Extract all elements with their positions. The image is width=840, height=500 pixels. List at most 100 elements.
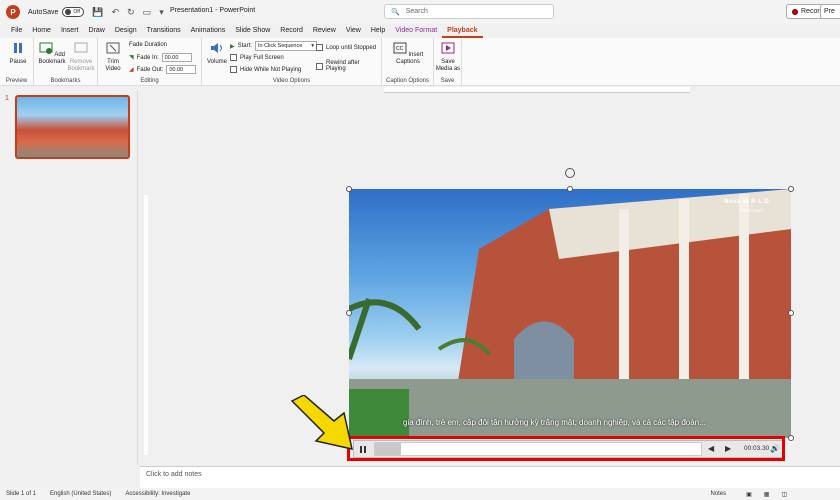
start-dropdown-value: In Click Sequence: [257, 43, 303, 49]
tab-playback[interactable]: Playback: [442, 24, 483, 38]
preview-group: Pause Preview: [0, 38, 34, 86]
rewind-after-playing-row[interactable]: Rewind after Playing: [316, 60, 381, 72]
insert-captions-button[interactable]: CC Insert Captions: [390, 42, 426, 66]
tab-design[interactable]: Design: [110, 24, 142, 38]
quick-access-toolbar: 💾 ↶ ↻ ▭ ▾: [92, 7, 163, 18]
slide-sorter-icon[interactable]: ▦: [764, 491, 770, 498]
autosave-state: Off: [73, 9, 80, 15]
save-media-icon: [441, 42, 455, 54]
tab-file[interactable]: File: [6, 24, 27, 38]
customize-qat-icon[interactable]: ▾: [159, 7, 164, 18]
video-logo-subtext: PHAN THIET: [740, 208, 764, 213]
add-bookmark-button[interactable]: Add Bookmark: [38, 42, 66, 66]
notes-toggle-button[interactable]: Notes: [710, 491, 726, 497]
pause-button[interactable]: Pause: [6, 42, 30, 66]
video-options-group-label: Video Options: [272, 78, 311, 84]
slideshow-start-icon[interactable]: ▭: [143, 7, 152, 18]
hide-while-not-playing-row[interactable]: Hide While Not Playing: [230, 66, 301, 73]
ribbon-tabs: File Home Insert Draw Design Transitions…: [0, 24, 840, 38]
tab-insert[interactable]: Insert: [56, 24, 84, 38]
trim-video-label: Trim Video: [105, 59, 121, 72]
notes-placeholder: Click to add notes: [146, 471, 202, 478]
start-label: Start:: [237, 43, 252, 49]
resize-handle-right[interactable]: [788, 310, 794, 316]
tab-transitions[interactable]: Transitions: [142, 24, 186, 38]
accessibility-status[interactable]: Accessibility: Investigate: [125, 491, 190, 497]
video-logo-text: Nova W R L D: [724, 199, 770, 205]
fade-out-input[interactable]: 00.00: [166, 65, 197, 74]
tab-help[interactable]: Help: [366, 24, 390, 38]
remove-bookmark-button[interactable]: Remove Bookmark: [66, 42, 96, 73]
bookmarks-group-label: Bookmarks: [50, 78, 81, 84]
fade-out-row: ◢ Fade Out: 00.00: [129, 65, 197, 74]
fade-out-label: Fade Out:: [136, 66, 164, 73]
video-subtitle: gia đình, trẻ em, cặp đôi tận hưởng kỳ t…: [403, 418, 706, 427]
fade-in-label: Fade In:: [136, 54, 159, 61]
slide-info: Slide 1 of 1: [6, 491, 37, 497]
fade-in-input[interactable]: 00.00: [161, 53, 192, 62]
pause-label: Pause: [9, 59, 27, 65]
tab-review[interactable]: Review: [308, 24, 341, 38]
resize-handle-top-left[interactable]: [346, 186, 352, 192]
toggle-knob-icon: [65, 9, 72, 15]
search-input[interactable]: 🔍 Search: [384, 4, 554, 19]
language-status[interactable]: English (United States): [50, 491, 111, 497]
slide-number: 1: [5, 95, 9, 102]
tab-record[interactable]: Record: [275, 24, 308, 38]
loop-until-stopped-checkbox[interactable]: [316, 44, 323, 51]
tab-animations[interactable]: Animations: [186, 24, 231, 38]
save-icon[interactable]: 💾: [92, 7, 103, 18]
save-media-button[interactable]: Save Media as: [434, 42, 462, 73]
tab-draw[interactable]: Draw: [83, 24, 109, 38]
play-full-screen-row[interactable]: Play Full Screen: [230, 54, 284, 61]
redo-icon[interactable]: ↻: [127, 7, 135, 18]
present-button[interactable]: Pre: [820, 4, 840, 19]
play-full-screen-checkbox[interactable]: [230, 54, 237, 61]
search-placeholder: Search: [405, 8, 428, 15]
slide-thumbnail[interactable]: [15, 95, 130, 159]
rewind-after-playing-label: Rewind after Playing: [326, 60, 360, 72]
reading-view-icon[interactable]: ◫: [781, 491, 787, 498]
document-title: Presentation1 - PowerPoint: [170, 7, 256, 14]
loop-until-stopped-row[interactable]: Loop until Stopped: [316, 44, 376, 51]
save-group-label: Save: [440, 78, 455, 84]
video-frame[interactable]: [349, 189, 791, 438]
volume-label: Volume: [206, 59, 227, 65]
normal-view-icon[interactable]: ▣: [746, 491, 752, 498]
svg-text:CC: CC: [396, 46, 404, 52]
editing-group-label: Editing: [140, 78, 159, 84]
tab-view[interactable]: View: [341, 24, 366, 38]
resize-handle-top-right[interactable]: [788, 186, 794, 192]
tab-slide-show[interactable]: Slide Show: [230, 24, 275, 38]
title-bar: P AutoSave Off 💾 ↶ ↻ ▭ ▾ Presentation1 -…: [0, 0, 840, 24]
captions-icon: CC: [393, 42, 407, 54]
undo-icon[interactable]: ↶: [112, 7, 120, 18]
pointer-arrow-icon: [290, 395, 353, 450]
trim-video-icon: [106, 42, 120, 54]
bookmarks-group: Add Bookmark Remove Bookmark Bookmarks: [34, 38, 98, 86]
powerpoint-logo-icon: P: [6, 5, 20, 19]
save-media-label: Save Media as: [435, 59, 461, 72]
rewind-after-playing-checkbox[interactable]: [316, 62, 323, 70]
start-dropdown[interactable]: In Click Sequence ▾: [254, 41, 317, 51]
resize-handle-top[interactable]: [567, 186, 573, 192]
trim-video-button[interactable]: Trim Video: [102, 42, 124, 73]
autosave-toggle[interactable]: Off: [62, 7, 85, 17]
loop-until-stopped-label: Loop until Stopped: [326, 44, 377, 51]
notes-pane[interactable]: Click to add notes: [140, 466, 840, 488]
slide-thumbnail-pane: 1: [0, 90, 138, 465]
hide-while-not-playing-label: Hide While Not Playing: [240, 66, 302, 73]
volume-button[interactable]: Volume: [204, 42, 230, 66]
hide-while-not-playing-checkbox[interactable]: [230, 66, 237, 73]
autosave-label: AutoSave: [28, 8, 59, 16]
rotate-handle[interactable]: [565, 168, 575, 178]
resize-handle-left[interactable]: [346, 310, 352, 316]
caption-options-group-label: Caption Options: [385, 78, 430, 84]
resize-handle-bottom-right[interactable]: [788, 435, 794, 441]
present-label: Pre: [824, 8, 835, 15]
tab-video-format[interactable]: Video Format: [390, 24, 442, 38]
status-bar: Slide 1 of 1 English (United States) Acc…: [0, 488, 840, 500]
video-options-group: Volume ▶ Start: In Click Sequence ▾ Play…: [202, 38, 382, 86]
remove-bookmark-icon: [74, 42, 88, 53]
tab-home[interactable]: Home: [27, 24, 56, 38]
